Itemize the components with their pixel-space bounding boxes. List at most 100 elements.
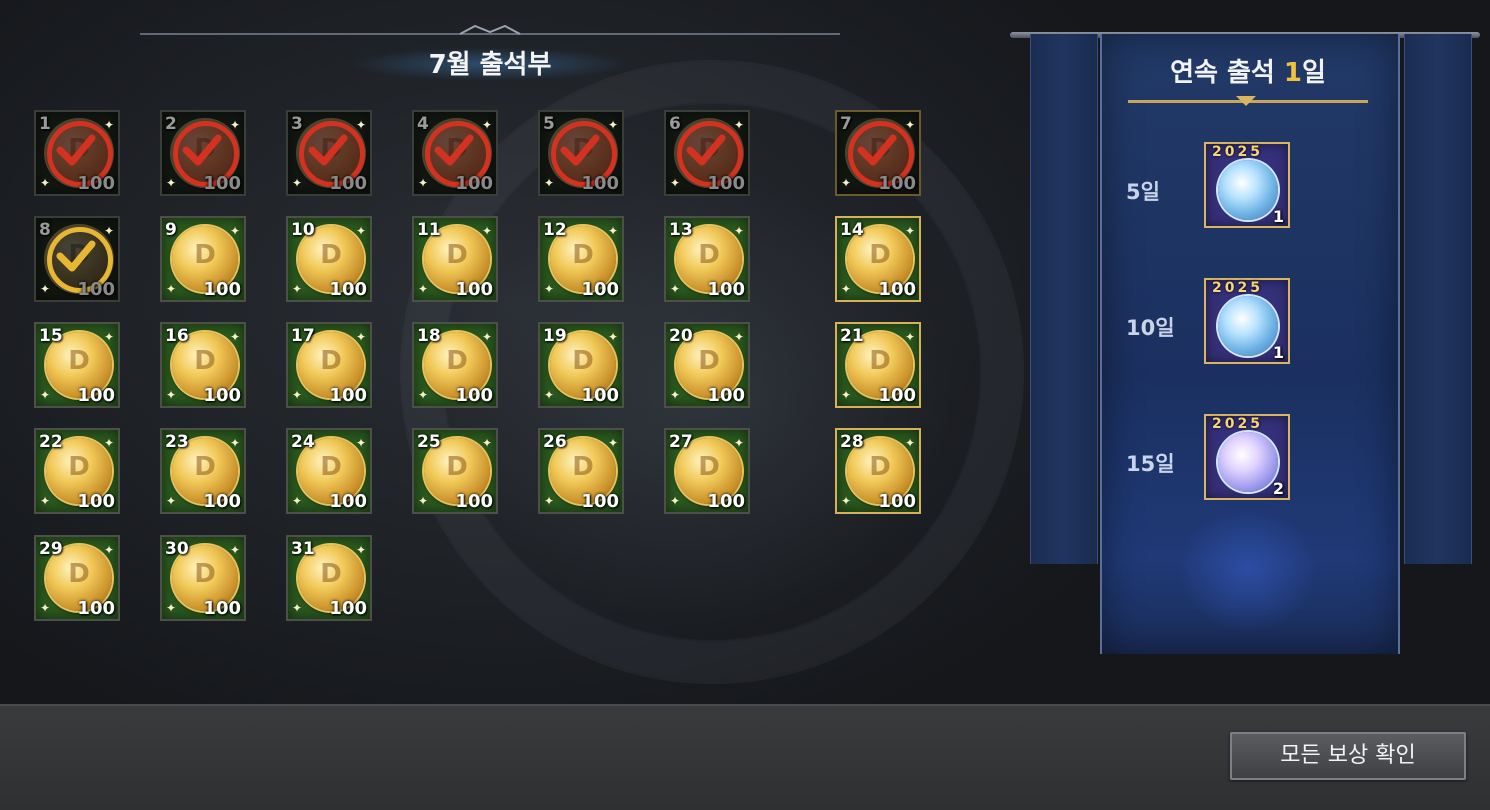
sparkle-icon: ✦ <box>103 118 114 132</box>
attendance-day-cell[interactable]: ✦ ✦ 27 100 <box>664 428 750 514</box>
attendance-day-cell[interactable]: ✦ ✦ 9 100 <box>160 216 246 302</box>
sparkle-icon: ✦ <box>607 436 618 450</box>
day-number: 14 <box>840 220 864 240</box>
medal-year: 2025 <box>1212 144 1263 160</box>
day-number: 12 <box>543 220 567 240</box>
day-number: 4 <box>417 114 429 134</box>
attendance-title: 7월 출석부 <box>428 50 552 80</box>
attendance-day-cell[interactable]: ✦ ✦ 6 100 <box>664 110 750 196</box>
blue-cat-medal-icon <box>1218 160 1278 220</box>
sparkle-icon: ✦ <box>355 224 366 238</box>
sparkle-icon: ✦ <box>841 176 852 190</box>
attendance-day-cell[interactable]: ✦ ✦ 14 100 <box>835 216 921 302</box>
attendance-day-cell[interactable]: ✦ ✦ 11 100 <box>412 216 498 302</box>
day-number: 3 <box>291 114 303 134</box>
attendance-day-cell[interactable]: ✦ ✦ 16 100 <box>160 322 246 408</box>
milestone-reward-5[interactable]: 2025 1 <box>1204 142 1290 228</box>
attendance-day-cell[interactable]: ✦ ✦ 4 100 <box>412 110 498 196</box>
day-number: 28 <box>840 432 864 452</box>
attendance-day-cell[interactable]: ✦ ✦ 8 100 <box>34 216 120 302</box>
sparkle-icon: ✦ <box>733 118 744 132</box>
sparkle-icon: ✦ <box>229 543 240 557</box>
attendance-day-cell[interactable]: ✦ ✦ 21 100 <box>835 322 921 408</box>
attendance-day-cell[interactable]: ✦ ✦ 22 100 <box>34 428 120 514</box>
sparkle-icon: ✦ <box>103 224 114 238</box>
sparkle-icon: ✦ <box>544 282 555 296</box>
day-number: 27 <box>669 432 693 452</box>
day-number: 19 <box>543 326 567 346</box>
attendance-day-cell[interactable]: ✦ ✦ 10 100 <box>286 216 372 302</box>
streak-count: 1 <box>1283 58 1302 88</box>
sparkle-icon: ✦ <box>292 388 303 402</box>
sparkle-icon: ✦ <box>292 494 303 508</box>
reward-quantity: 100 <box>203 279 241 300</box>
reward-quantity: 100 <box>581 279 619 300</box>
reward-quantity: 100 <box>203 491 241 512</box>
sparkle-icon: ✦ <box>355 543 366 557</box>
medal-year: 2025 <box>1212 416 1263 432</box>
sparkle-icon: ✦ <box>841 282 852 296</box>
day-number: 20 <box>669 326 693 346</box>
attendance-day-cell[interactable]: ✦ ✦ 15 100 <box>34 322 120 408</box>
sparkle-icon: ✦ <box>607 118 618 132</box>
day-number: 22 <box>39 432 63 452</box>
reward-quantity: 100 <box>581 491 619 512</box>
attendance-day-cell[interactable]: ✦ ✦ 13 100 <box>664 216 750 302</box>
milestone-reward-10[interactable]: 2025 1 <box>1204 278 1290 364</box>
sparkle-icon: ✦ <box>355 330 366 344</box>
attendance-day-cell[interactable]: ✦ ✦ 7 100 <box>835 110 921 196</box>
reward-quantity: 1 <box>1272 343 1284 362</box>
banner-side-right <box>1404 34 1472 564</box>
view-all-rewards-button[interactable]: 모든 보상 확인 <box>1230 732 1466 780</box>
reward-quantity: 2 <box>1272 479 1284 498</box>
reward-quantity: 100 <box>707 279 745 300</box>
attendance-day-cell[interactable]: ✦ ✦ 31 100 <box>286 535 372 621</box>
sparkle-icon: ✦ <box>607 330 618 344</box>
attendance-day-cell[interactable]: ✦ ✦ 26 100 <box>538 428 624 514</box>
attendance-day-cell[interactable]: ✦ ✦ 20 100 <box>664 322 750 408</box>
day-number: 7 <box>840 114 852 134</box>
attendance-day-cell[interactable]: ✦ ✦ 2 100 <box>160 110 246 196</box>
day-number: 25 <box>417 432 441 452</box>
attendance-day-cell[interactable]: ✦ ✦ 19 100 <box>538 322 624 408</box>
sparkle-icon: ✦ <box>40 176 51 190</box>
sparkle-icon: ✦ <box>40 282 51 296</box>
attendance-day-cell[interactable]: ✦ ✦ 24 100 <box>286 428 372 514</box>
attendance-day-cell[interactable]: ✦ ✦ 12 100 <box>538 216 624 302</box>
sparkle-icon: ✦ <box>481 224 492 238</box>
attendance-day-cell[interactable]: ✦ ✦ 17 100 <box>286 322 372 408</box>
attendance-day-cell[interactable]: ✦ ✦ 3 100 <box>286 110 372 196</box>
sparkle-icon: ✦ <box>607 224 618 238</box>
sparkle-icon: ✦ <box>40 388 51 402</box>
sparkle-icon: ✦ <box>103 330 114 344</box>
streak-prefix: 연속 출석 <box>1170 58 1284 88</box>
attendance-day-cell[interactable]: ✦ ✦ 30 100 <box>160 535 246 621</box>
sparkle-icon: ✦ <box>355 118 366 132</box>
day-number: 31 <box>291 539 315 559</box>
attendance-day-cell[interactable]: ✦ ✦ 1 100 <box>34 110 120 196</box>
reward-quantity: 100 <box>878 491 916 512</box>
attendance-day-cell[interactable]: ✦ ✦ 5 100 <box>538 110 624 196</box>
attendance-day-cell[interactable]: ✦ ✦ 29 100 <box>34 535 120 621</box>
attendance-day-cell[interactable]: ✦ ✦ 28 100 <box>835 428 921 514</box>
sparkle-icon: ✦ <box>544 176 555 190</box>
reward-quantity: 100 <box>878 279 916 300</box>
day-number: 2 <box>165 114 177 134</box>
attendance-day-cell[interactable]: ✦ ✦ 23 100 <box>160 428 246 514</box>
chevron-down-icon <box>1236 96 1256 106</box>
day-number: 5 <box>543 114 555 134</box>
milestone-reward-15[interactable]: 2025 2 <box>1204 414 1290 500</box>
day-number: 26 <box>543 432 567 452</box>
milestone-label: 5일 <box>1126 180 1160 204</box>
sparkle-icon: ✦ <box>355 436 366 450</box>
sparkle-icon: ✦ <box>292 176 303 190</box>
sparkle-icon: ✦ <box>904 224 915 238</box>
sparkle-icon: ✦ <box>670 388 681 402</box>
reward-quantity: 100 <box>329 279 367 300</box>
sparkle-icon: ✦ <box>670 494 681 508</box>
attendance-day-cell[interactable]: ✦ ✦ 25 100 <box>412 428 498 514</box>
sparkle-icon: ✦ <box>481 118 492 132</box>
attendance-day-cell[interactable]: ✦ ✦ 18 100 <box>412 322 498 408</box>
sparkle-icon: ✦ <box>904 118 915 132</box>
sparkle-icon: ✦ <box>418 388 429 402</box>
